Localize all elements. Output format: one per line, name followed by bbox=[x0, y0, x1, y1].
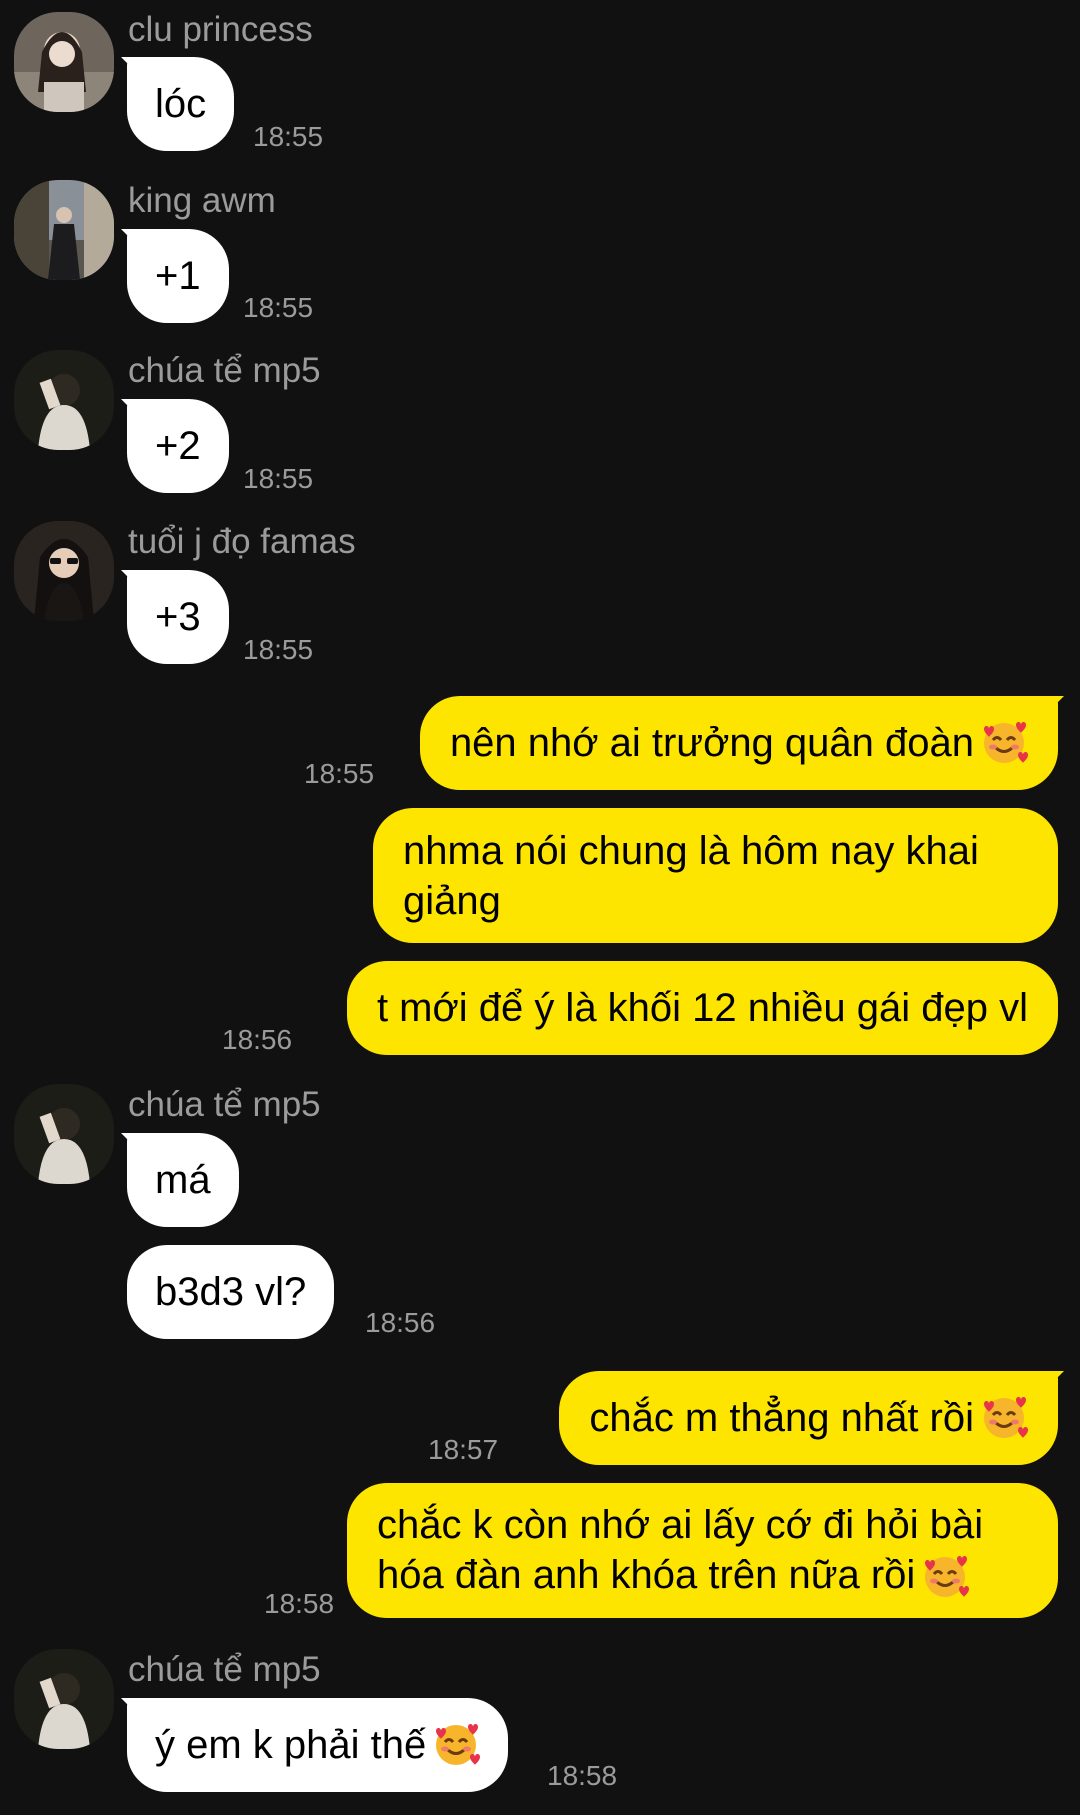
message-bubble[interactable]: +2 bbox=[121, 399, 229, 493]
message-text: má bbox=[155, 1158, 211, 1202]
message-bubble[interactable]: b3d3 vl? bbox=[127, 1245, 335, 1339]
message-bubble[interactable]: ý em k phải thế bbox=[121, 1698, 509, 1792]
sender-name: chúa tể mp5 bbox=[128, 351, 321, 390]
message-bubble[interactable]: lóc bbox=[121, 57, 235, 151]
message-bubble-outgoing[interactable]: chắc k còn nhớ ai lấy cớ đi hỏi bài hóa … bbox=[347, 1483, 1058, 1618]
timestamp: 18:55 bbox=[253, 121, 324, 152]
timestamp: 18:55 bbox=[243, 463, 314, 494]
timestamp: 18:57 bbox=[428, 1434, 499, 1465]
message-bubble-outgoing[interactable]: t mới để ý là khối 12 nhiều gái đẹp vl bbox=[346, 961, 1058, 1055]
avatar[interactable] bbox=[14, 12, 114, 112]
message-text: +1 bbox=[155, 254, 201, 298]
message-text: b3d3 vl? bbox=[155, 1270, 307, 1314]
avatar[interactable] bbox=[14, 521, 114, 621]
avatar[interactable] bbox=[14, 1649, 114, 1749]
timestamp: 18:55 bbox=[243, 634, 314, 665]
sender-name: chúa tể mp5 bbox=[128, 1085, 321, 1124]
avatar[interactable] bbox=[14, 180, 114, 280]
message-text: +3 bbox=[155, 595, 201, 639]
message-text: lóc bbox=[155, 82, 207, 126]
sender-name: chúa tể mp5 bbox=[128, 1650, 321, 1689]
message-bubble[interactable]: má bbox=[121, 1133, 239, 1227]
timestamp: 18:58 bbox=[547, 1760, 618, 1791]
message-text: chắc m thẳng nhất rồi bbox=[589, 1396, 974, 1440]
message-bubble-outgoing[interactable]: chắc m thẳng nhất rồi bbox=[559, 1371, 1064, 1465]
timestamp: 18:56 bbox=[365, 1307, 436, 1338]
smiling-face-with-hearts-icon bbox=[982, 1395, 1028, 1440]
avatar[interactable] bbox=[14, 350, 114, 450]
timestamp: 18:55 bbox=[243, 292, 314, 323]
message-text: ý em k phải thế bbox=[155, 1723, 427, 1767]
smiling-face-with-hearts-icon bbox=[434, 1722, 481, 1767]
sender-name: tuổi j đọ famas bbox=[128, 522, 356, 561]
avatar[interactable] bbox=[14, 1084, 114, 1184]
message-bubble-outgoing[interactable]: nên nhớ ai trưởng quân đoàn bbox=[419, 696, 1064, 790]
message-bubble[interactable]: +1 bbox=[121, 229, 229, 323]
message-text: +2 bbox=[155, 424, 201, 468]
message-text: nên nhớ ai trưởng quân đoàn bbox=[449, 721, 974, 765]
message-bubble-outgoing[interactable]: nhma nói chung là hôm nay khai giảng bbox=[373, 808, 1058, 943]
sender-name: clu princess bbox=[128, 10, 313, 49]
smiling-face-with-hearts-icon bbox=[982, 720, 1028, 765]
message-text: t mới để ý là khối 12 nhiều gái đẹp vl bbox=[376, 986, 1028, 1030]
timestamp: 18:55 bbox=[304, 758, 375, 789]
timestamp: 18:58 bbox=[264, 1588, 335, 1619]
message-text: nhma nói chung là hôm nay khai giảng bbox=[403, 828, 979, 923]
message-bubble[interactable]: +3 bbox=[121, 570, 229, 664]
sender-name: king awm bbox=[128, 181, 276, 220]
timestamp: 18:56 bbox=[222, 1024, 293, 1055]
message-text: chắc k còn nhớ ai lấy cớ đi hỏi bài hóa … bbox=[377, 1500, 1028, 1601]
smiling-face-with-hearts-icon bbox=[923, 1554, 970, 1599]
